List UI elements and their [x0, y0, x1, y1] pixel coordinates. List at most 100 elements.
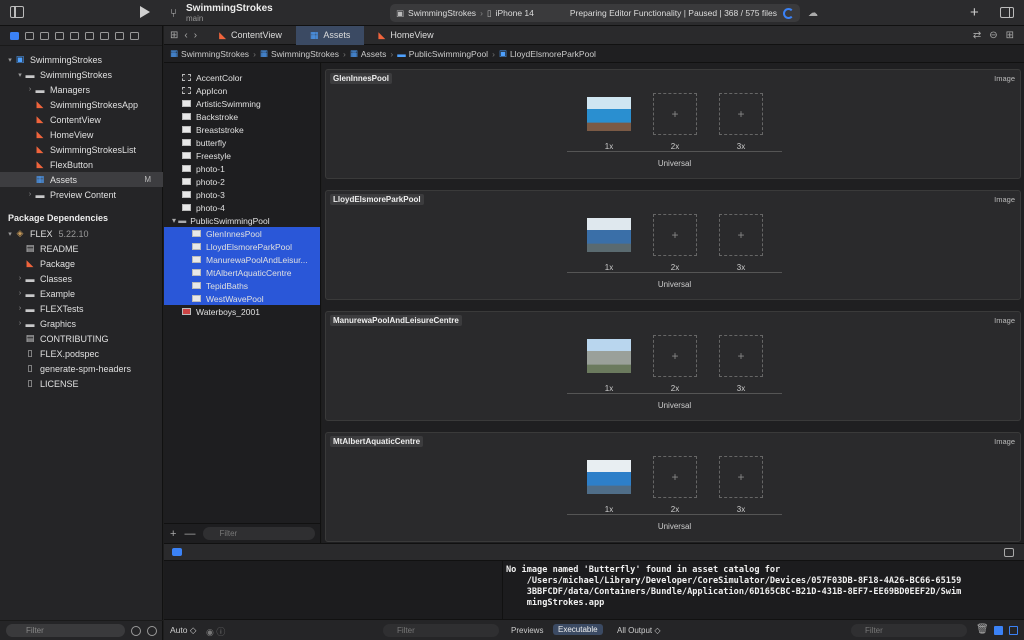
eye-icon[interactable]: ◉ ⓘ	[206, 625, 225, 638]
tree-row[interactable]: › ▬ Graphics	[0, 316, 163, 331]
image-slot-1x[interactable]	[587, 335, 631, 377]
pool-thumbnail-image[interactable]	[587, 339, 631, 373]
sidebar-toggle-icon[interactable]	[10, 6, 24, 18]
tree-row[interactable]: › ▬ FLEXTests	[0, 301, 163, 316]
breadcrumb-item[interactable]: ▦ SwimmingStrokes	[260, 48, 339, 59]
add-button[interactable]: +	[970, 4, 979, 21]
trash-icon[interactable]: 🗑	[976, 624, 989, 635]
variables-scope-select[interactable]: Auto ◇	[170, 625, 196, 636]
asset-group-public-swimming-pool[interactable]: ▾ ▬ PublicSwimmingPool	[164, 214, 320, 227]
image-slot-1x[interactable]	[587, 214, 631, 256]
asset-list-item[interactable]: ArtisticSwimming	[164, 97, 320, 110]
tree-row[interactable]: ◣ FlexButton	[0, 157, 163, 172]
modified-filter-icon[interactable]	[147, 625, 157, 636]
pool-thumbnail-image[interactable]	[587, 460, 631, 494]
asset-list-item[interactable]: Waterboys_2001	[164, 305, 320, 318]
breakpoint-tab-icon[interactable]	[115, 31, 124, 40]
tree-row[interactable]: › ▬ Example	[0, 286, 163, 301]
empty-slot-2x[interactable]: +	[653, 335, 697, 377]
empty-slot-2x[interactable]: +	[653, 456, 697, 498]
asset-filter-input[interactable]: Filter	[203, 527, 315, 540]
variables-filter-input[interactable]: Filter	[383, 624, 499, 637]
tree-row[interactable]: ▯ FLEX.podspec	[0, 346, 163, 361]
breadcrumb-item[interactable]: ▦ Assets	[350, 48, 387, 59]
tab-assets[interactable]: ▦ Assets	[295, 25, 365, 45]
pool-thumbnail-image[interactable]	[587, 97, 631, 131]
recent-filter-icon[interactable]	[131, 625, 141, 636]
asset-list-item[interactable]: AccentColor	[164, 71, 320, 84]
issue-tab-icon[interactable]	[70, 31, 79, 40]
image-slot-1x[interactable]	[587, 93, 631, 135]
empty-slot-2x[interactable]: +	[653, 214, 697, 256]
asset-list-item[interactable]: photo-1	[164, 162, 320, 175]
executable-tab[interactable]: Executable	[553, 624, 603, 635]
breadcrumb-item[interactable]: ▦ SwimmingStrokes	[170, 48, 249, 59]
related-items-icon[interactable]: ⊞	[170, 30, 178, 41]
tree-row[interactable]: ▤ README	[0, 241, 163, 256]
asset-list-item-selected[interactable]: TepidBaths	[164, 279, 320, 292]
asset-list-item[interactable]: AppIcon	[164, 84, 320, 97]
show-console-icon[interactable]	[1009, 626, 1018, 635]
cloud-icon[interactable]: ☁	[808, 8, 818, 19]
scheme-activity-bar[interactable]: ▣ SwimmingStrokes › ▯ iPhone 14 Preparin…	[390, 4, 800, 22]
disclosure-icon[interactable]: ›	[16, 290, 24, 297]
show-variables-icon[interactable]	[994, 626, 1003, 635]
tree-row[interactable]: ◣ SwimmingStrokesList	[0, 142, 163, 157]
tree-row[interactable]: ◣ ContentView	[0, 112, 163, 127]
tree-row[interactable]: › ▬ Managers	[0, 82, 163, 97]
empty-slot-3x[interactable]: +	[719, 335, 763, 377]
disclosure-icon[interactable]: ›	[26, 191, 34, 198]
folder-disclosure-icon[interactable]: ▾ ▬	[172, 216, 186, 225]
bookmark-tab-icon[interactable]	[40, 31, 49, 40]
report-tab-icon[interactable]	[130, 31, 139, 40]
breadcrumb-item[interactable]: ▬ PublicSwimmingPool	[397, 49, 488, 59]
asset-list-item-selected[interactable]: LloydElsmoreParkPool	[164, 240, 320, 253]
split-editor-icon[interactable]: ⊞	[1006, 30, 1014, 41]
output-select[interactable]: All Output ◇	[617, 626, 661, 635]
empty-slot-3x[interactable]: +	[719, 93, 763, 135]
tab-homeview[interactable]: ◣ HomeView	[364, 26, 447, 45]
source-control-tab-icon[interactable]	[25, 31, 34, 40]
previews-tab[interactable]: Previews	[511, 626, 543, 635]
asset-list-item-selected[interactable]: ManurewaPoolAndLeisur...	[164, 253, 320, 266]
asset-list-item-selected[interactable]: WestWavePool	[164, 292, 320, 305]
asset-list-item-selected[interactable]: GlenInnesPool	[164, 227, 320, 240]
breadcrumb-item[interactable]: ▣ LloydElsmoreParkPool	[499, 48, 596, 59]
forward-icon[interactable]: ›	[194, 30, 197, 41]
disclosure-icon[interactable]: ›	[26, 86, 34, 93]
tree-row[interactable]: › ▬ Classes	[0, 271, 163, 286]
run-button[interactable]	[140, 6, 150, 18]
tree-row[interactable]: ▾ ▣ SwimmingStrokes	[0, 52, 163, 67]
add-asset-icon[interactable]: +	[170, 528, 176, 540]
scheme-device[interactable]: iPhone 14	[496, 8, 534, 18]
test-tab-icon[interactable]	[85, 31, 94, 40]
tree-row[interactable]: › ▬ Preview Content	[0, 187, 163, 202]
asset-list-item[interactable]: Backstroke	[164, 110, 320, 123]
debug-tab-icon[interactable]	[100, 31, 109, 40]
tree-row[interactable]: ▯ generate-spm-headers	[0, 361, 163, 376]
image-slot-1x[interactable]	[587, 456, 631, 498]
asset-list-item[interactable]: Breaststroke	[164, 123, 320, 136]
hide-debug-icon[interactable]	[172, 548, 182, 556]
tab-contentview[interactable]: ◣ ContentView	[205, 26, 296, 45]
asset-list-item-selected[interactable]: MtAlbertAquaticCentre	[164, 266, 320, 279]
asset-list-item[interactable]: butterfly	[164, 136, 320, 149]
disclosure-icon[interactable]: ▾	[16, 71, 24, 79]
empty-slot-2x[interactable]: +	[653, 93, 697, 135]
tree-row[interactable]: ▤ CONTRIBUTING	[0, 331, 163, 346]
tree-row[interactable]: ▾ ▬ SwimmingStrokes	[0, 67, 163, 82]
asset-list-item[interactable]: photo-2	[164, 175, 320, 188]
disclosure-icon[interactable]: ›	[16, 275, 24, 282]
pool-thumbnail-image[interactable]	[587, 218, 631, 252]
empty-slot-3x[interactable]: +	[719, 214, 763, 256]
tree-row[interactable]: ◣ HomeView	[0, 127, 163, 142]
folder-tab-icon[interactable]	[10, 31, 19, 40]
disclosure-icon[interactable]: ›	[16, 320, 24, 327]
tree-row-flex-package[interactable]: ▾ ◈ FLEX 5.22.10	[0, 226, 163, 241]
swap-icon[interactable]: ⇄	[973, 30, 981, 41]
tree-row[interactable]: ◣ Package	[0, 256, 163, 271]
remove-asset-icon[interactable]: —	[184, 528, 195, 540]
asset-list-item[interactable]: photo-3	[164, 188, 320, 201]
search-tab-icon[interactable]	[55, 31, 64, 40]
options-icon[interactable]: ⊖	[989, 30, 997, 41]
